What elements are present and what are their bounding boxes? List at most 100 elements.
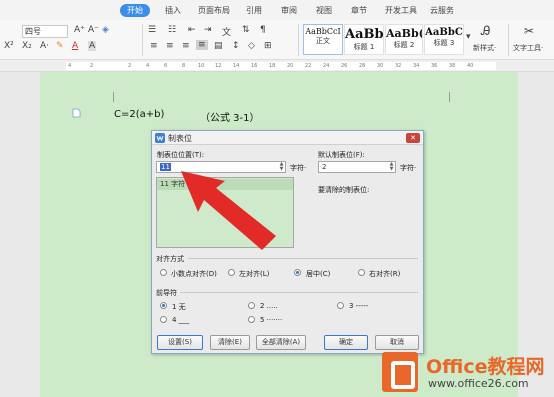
tab-position-list[interactable]: 11 字符	[156, 177, 294, 248]
horizontal-ruler[interactable]: 4 2 2 4 6 8 10 12 14 16 18 20 22 24 26 2…	[0, 60, 554, 72]
shading-icon[interactable]: ◇	[248, 41, 255, 51]
align-right-radio[interactable]	[358, 269, 365, 276]
ok-button[interactable]: 确定	[324, 335, 368, 350]
leader-dots-label[interactable]: 2 .....	[260, 302, 278, 310]
close-icon[interactable]: ✕	[406, 133, 420, 143]
list-item[interactable]: 11 字符	[157, 179, 293, 190]
leader-dashes-label[interactable]: 3 -----	[349, 302, 368, 310]
outdent-icon[interactable]: ⇤	[188, 25, 196, 35]
ribbon-separator	[508, 24, 509, 56]
group-divider	[188, 258, 418, 259]
ruler-mark: 6	[164, 63, 168, 69]
margin-corner-mark	[113, 92, 114, 102]
align-left-radio[interactable]	[228, 269, 235, 276]
leader-middots-radio[interactable]	[248, 316, 255, 323]
chinese-layout-icon[interactable]: 文	[222, 25, 231, 38]
font-size-select[interactable]: 四号	[22, 25, 68, 38]
tab-home[interactable]: 开始	[120, 4, 150, 17]
style-preview: AaBbCcI	[305, 27, 341, 36]
tab-insert[interactable]: 插入	[165, 5, 181, 16]
align-decimal-label[interactable]: 小数点对齐(D)	[171, 269, 217, 279]
dialog-title-bar[interactable]: 制表位 ✕	[152, 131, 423, 145]
tab-cloud[interactable]: 云服务	[430, 5, 454, 16]
numbered-list-icon[interactable]: ☷	[168, 25, 176, 35]
default-tab-input[interactable]: 2 ▲ ▼	[318, 161, 396, 173]
leader-group-label: 前导符	[156, 289, 177, 297]
leader-dashes-radio[interactable]	[337, 302, 344, 309]
font-color-icon[interactable]: A	[72, 41, 78, 51]
paragraph-layout-icon[interactable]	[72, 108, 81, 118]
watermark-name: Office教程网	[426, 356, 545, 378]
show-marks-icon[interactable]: ¶	[260, 25, 266, 35]
align-decimal-radio[interactable]	[160, 269, 167, 276]
leader-dots-radio[interactable]	[248, 302, 255, 309]
shrink-font-icon[interactable]: A⁻	[88, 25, 99, 35]
styles-expand-icon[interactable]: ▾	[466, 32, 471, 42]
set-button[interactable]: 设置(S)	[157, 335, 203, 350]
ruler-mark: 14	[233, 63, 240, 69]
tab-section[interactable]: 章节	[351, 5, 367, 16]
leader-none-radio[interactable]	[160, 302, 167, 309]
align-center-label[interactable]: 居中(C)	[306, 269, 330, 279]
highlight-icon[interactable]: ✎	[56, 41, 64, 51]
tab-position-unit[interactable]: 字符·	[290, 163, 306, 173]
clear-format-icon[interactable]: ◈	[102, 25, 109, 35]
new-style-button[interactable]: 新样式·	[473, 43, 496, 53]
style-heading-3[interactable]: AaBbC 标题 3	[424, 24, 464, 55]
ruler-mark: 28	[359, 63, 366, 69]
new-style-icon[interactable]: Ꭿ	[481, 24, 490, 39]
ruler-mark: 24	[323, 63, 330, 69]
spin-arrows-icon[interactable]: ▲ ▼	[278, 162, 285, 172]
align-center-radio[interactable]	[294, 269, 301, 276]
tab-view[interactable]: 视图	[316, 5, 332, 16]
sort-icon[interactable]: ⇅	[242, 25, 250, 35]
leader-underline-label[interactable]: 4 ___	[172, 316, 189, 324]
distributed-icon[interactable]: ▤	[214, 41, 223, 51]
grow-font-icon[interactable]: A⁺	[74, 25, 85, 35]
spin-arrows-icon[interactable]: ▲ ▼	[388, 162, 395, 172]
app-logo-icon	[155, 133, 165, 143]
text-tools-button[interactable]: 文字工具·	[513, 43, 543, 53]
tab-references[interactable]: 引用	[246, 5, 262, 16]
cancel-button[interactable]: 取消	[375, 335, 419, 350]
leader-none-label[interactable]: 1 无	[172, 302, 186, 312]
tab-review[interactable]: 审阅	[281, 5, 297, 16]
align-left-icon[interactable]: ≡	[150, 41, 158, 51]
style-heading-2[interactable]: AaBb( 标题 2	[385, 24, 423, 55]
clear-all-button[interactable]: 全部清除(A)	[256, 335, 306, 350]
line-spacing-icon[interactable]: ↕	[232, 41, 240, 51]
ribbon-tab-bar: 开始 插入 页面布局 引用 审阅 视图 章节 开发工具 云服务	[0, 0, 554, 20]
leader-middots-label[interactable]: 5 ·······	[260, 316, 282, 324]
ruler-mark: 2	[90, 63, 94, 69]
tab-position-input[interactable]: 11 ▲ ▼	[156, 161, 286, 173]
tab-developer[interactable]: 开发工具	[385, 5, 417, 16]
site-watermark: Office教程网 www.office26.com	[382, 352, 554, 397]
tab-layout[interactable]: 页面布局	[198, 5, 230, 16]
align-left-label[interactable]: 左对齐(L)	[239, 269, 269, 279]
style-heading-1[interactable]: AaBb 标题 1	[344, 24, 384, 55]
margin-corner-mark	[449, 92, 450, 102]
style-preview: AaBb	[345, 27, 383, 42]
border-icon[interactable]: ⊞	[264, 41, 272, 51]
char-shading-icon[interactable]: A	[88, 41, 97, 51]
default-tab-unit[interactable]: 字符·	[400, 163, 416, 173]
bullet-list-icon[interactable]: ☰	[148, 25, 156, 35]
style-name: 标题 1	[353, 43, 375, 51]
style-name: 正文	[316, 37, 330, 45]
tab-position-value: 11	[160, 163, 171, 171]
align-justify-icon[interactable]: ≡	[196, 40, 208, 50]
align-right-label[interactable]: 右对齐(R)	[369, 269, 400, 279]
align-center-icon[interactable]: ≡	[166, 41, 174, 51]
superscript-icon[interactable]: X²	[4, 41, 14, 51]
text-effect-icon[interactable]: A·	[40, 41, 49, 51]
ruler-mark: 30	[377, 63, 384, 69]
text-tools-icon[interactable]: ✂	[524, 24, 534, 38]
style-normal[interactable]: AaBbCcI 正文	[303, 24, 343, 55]
clear-button[interactable]: 清除(E)	[210, 335, 250, 350]
leader-underline-radio[interactable]	[160, 316, 167, 323]
ruler-mark: 22	[305, 63, 312, 69]
ruler-mark: 2	[128, 63, 132, 69]
align-right-icon[interactable]: ≡	[182, 41, 190, 51]
subscript-icon[interactable]: X₂	[22, 41, 32, 51]
indent-icon[interactable]: ⇥	[204, 25, 212, 35]
